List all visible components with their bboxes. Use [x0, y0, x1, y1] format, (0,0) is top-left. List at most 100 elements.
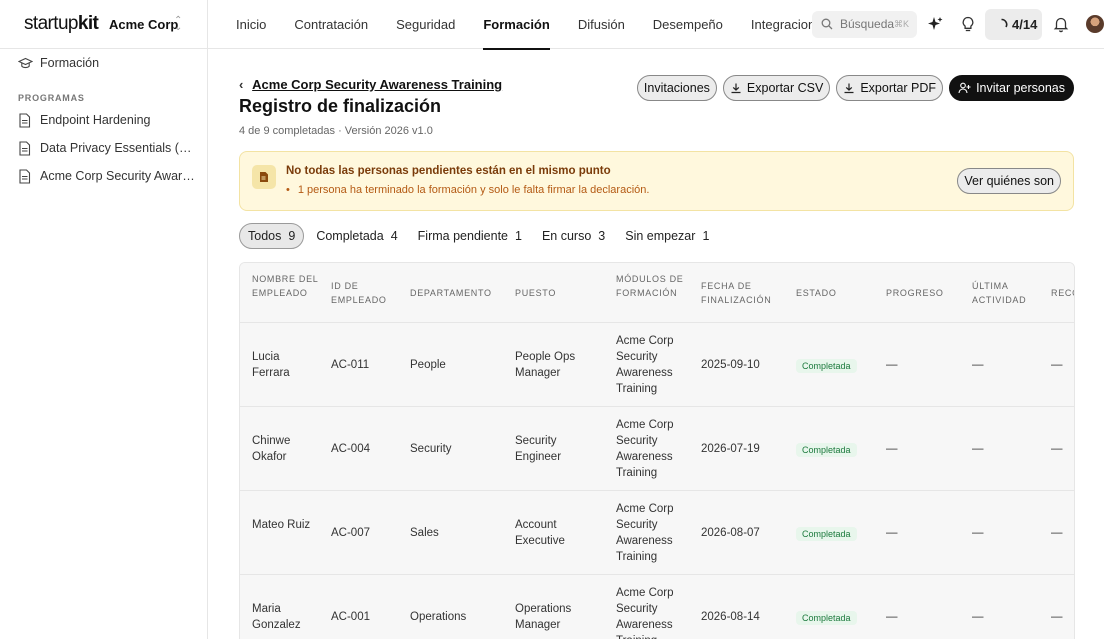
column-header[interactable]: NOMBRE DEL EMPLEADO [252, 272, 322, 300]
nav-seguridad[interactable]: Seguridad [382, 0, 469, 49]
progress-count: 4/14 [1012, 17, 1038, 32]
export-csv-button[interactable]: Exportar CSV [722, 75, 831, 101]
employee-id: AC-001 [331, 611, 370, 623]
last-activity: — [972, 443, 984, 455]
column-header[interactable]: DEPARTAMENTO [410, 286, 510, 300]
last-activity: — [972, 611, 984, 623]
department: Security [410, 443, 452, 455]
filter-en-curso[interactable]: En curso 3 [534, 223, 613, 249]
warning-banner: No todas las personas pendientes están e… [239, 151, 1074, 211]
bell-icon[interactable] [1052, 15, 1070, 33]
note-icon [252, 165, 276, 189]
employee-name: Chinwe Okafor [252, 435, 291, 463]
breadcrumb-link[interactable]: Acme Corp Security Awareness Training [252, 77, 502, 92]
progress-ring-icon [1001, 18, 1008, 28]
table-row[interactable]: Lucia Ferrara AC-011 People People Ops M… [240, 323, 1074, 407]
sidebar-section-programas: PROGRAMAS [18, 93, 85, 103]
warning-detail: 1 persona ha terminado la formación y so… [286, 184, 650, 196]
page-actions: Invitaciones Exportar CSV Exportar PDF I… [636, 75, 1074, 101]
startupkit-logo[interactable]: startupkit [24, 13, 99, 35]
table-row[interactable]: Chinwe Okafor AC-004 Security Security E… [240, 407, 1074, 491]
invite-people-button[interactable]: Invitar personas [949, 75, 1074, 101]
column-header[interactable]: PROGRESO [886, 286, 966, 300]
brand-area: startupkit Acme Corp ⌃ ⌄ [0, 0, 208, 49]
main-nav: Inicio Contratación Seguridad Formación … [222, 0, 843, 50]
department: People [410, 359, 446, 371]
chevron-updown-icon[interactable]: ⌃ ⌄ [174, 16, 182, 33]
training-module: Acme Corp Security Awareness Training [616, 503, 674, 563]
search-placeholder: Búsqueda [840, 17, 895, 31]
filter-completada[interactable]: Completada 4 [308, 223, 405, 249]
nav-contratacion[interactable]: Contratación [280, 0, 382, 49]
table-header: NOMBRE DEL EMPLEADO ID DE EMPLEADO DEPAR… [240, 263, 1074, 323]
download-icon [731, 83, 741, 94]
nav-formacion[interactable]: Formación [469, 0, 563, 50]
table-row[interactable]: Mateo Ruiz AC-007 Sales Account Executiv… [240, 491, 1074, 575]
nav-desempeno[interactable]: Desempeño [639, 0, 737, 49]
document-icon [19, 141, 31, 156]
completion-date: 2026-08-14 [701, 611, 760, 623]
org-switcher[interactable]: Acme Corp [109, 17, 178, 32]
chevron-left-icon[interactable]: ‹ [239, 77, 249, 92]
training-module: Acme Corp Security Awareness Training [616, 335, 674, 395]
last-activity: — [972, 359, 984, 371]
status-badge: Completada [796, 527, 857, 541]
column-header[interactable]: PUESTO [515, 286, 595, 300]
download-icon [844, 83, 854, 94]
completion-table: NOMBRE DEL EMPLEADO ID DE EMPLEADO DEPAR… [239, 262, 1075, 639]
column-header[interactable]: ID DE EMPLEADO [331, 279, 401, 307]
progress-value: — [886, 359, 898, 371]
sparkle-icon[interactable] [926, 15, 944, 33]
employee-name: Mateo Ruiz [252, 519, 311, 531]
job-title: People Ops Manager [515, 351, 576, 379]
employee-name: Lucia Ferrara [252, 351, 290, 379]
export-pdf-button[interactable]: Exportar PDF [836, 75, 944, 101]
filter-todos[interactable]: Todos 9 [239, 223, 305, 249]
progress-value: — [886, 611, 898, 623]
search-box[interactable]: Búsqueda ⌘K [812, 11, 917, 38]
reco-value: — [1051, 611, 1063, 623]
employee-id: AC-011 [331, 359, 370, 371]
column-header[interactable]: MÓDULOS DE FORMACIÓN [616, 272, 686, 300]
status-filters: Todos 9 Completada 4 Firma pendiente 1 En c… [239, 223, 717, 249]
training-module: Acme Corp Security Awareness Training [616, 587, 674, 639]
department: Operations [410, 611, 467, 623]
onboarding-progress[interactable]: 4/14 [985, 9, 1042, 40]
training-module: Acme Corp Security Awareness Training [616, 419, 674, 479]
job-title: Operations Manager [515, 603, 572, 631]
sidebar: Formación PROGRAMAS Endpoint Hardening D… [0, 49, 208, 639]
warning-title: No todas las personas pendientes están e… [286, 165, 611, 177]
status-badge: Completada [796, 611, 857, 625]
document-icon [19, 113, 31, 128]
status-badge: Completada [796, 359, 857, 373]
see-who-button[interactable]: Ver quiénes son [957, 168, 1061, 194]
user-avatar[interactable] [1086, 15, 1104, 33]
completion-date: 2026-07-19 [701, 443, 760, 455]
invitations-button[interactable]: Invitaciones [636, 75, 717, 101]
progress-value: — [886, 443, 898, 455]
nav-inicio[interactable]: Inicio [222, 0, 280, 49]
graduation-cap-icon [18, 57, 33, 69]
department: Sales [410, 527, 439, 539]
table-row[interactable]: Maria Gonzalez AC-001 Operations Operati… [240, 575, 1074, 639]
filter-sin-empezar[interactable]: Sin empezar 1 [617, 223, 717, 249]
breadcrumb[interactable]: ‹ Acme Corp Security Awareness Training [239, 77, 502, 92]
search-shortcut: ⌘K [893, 19, 909, 29]
lightbulb-icon[interactable] [959, 15, 977, 33]
user-plus-icon [958, 82, 971, 94]
column-header[interactable]: FECHA DE FINALIZACIÓN [701, 279, 786, 307]
column-header[interactable]: ESTADO [796, 286, 856, 300]
document-icon [19, 169, 31, 184]
column-header[interactable]: RECO [1051, 286, 1074, 300]
job-title: Security Engineer [515, 435, 562, 463]
page-subtitle: 4 de 9 completadas · Versión 2026 v1.0 [239, 125, 433, 137]
nav-difusion[interactable]: Difusión [564, 0, 639, 49]
completion-date: 2025-09-10 [701, 359, 760, 371]
progress-value: — [886, 527, 898, 539]
reco-value: — [1051, 359, 1063, 371]
column-header[interactable]: ÚLTIMA ACTIVIDAD [972, 279, 1042, 307]
filter-firma-pendiente[interactable]: Firma pendiente 1 [410, 223, 530, 249]
search-icon [821, 18, 833, 30]
employee-name: Maria Gonzalez [252, 603, 301, 631]
employee-id: AC-007 [331, 527, 370, 539]
